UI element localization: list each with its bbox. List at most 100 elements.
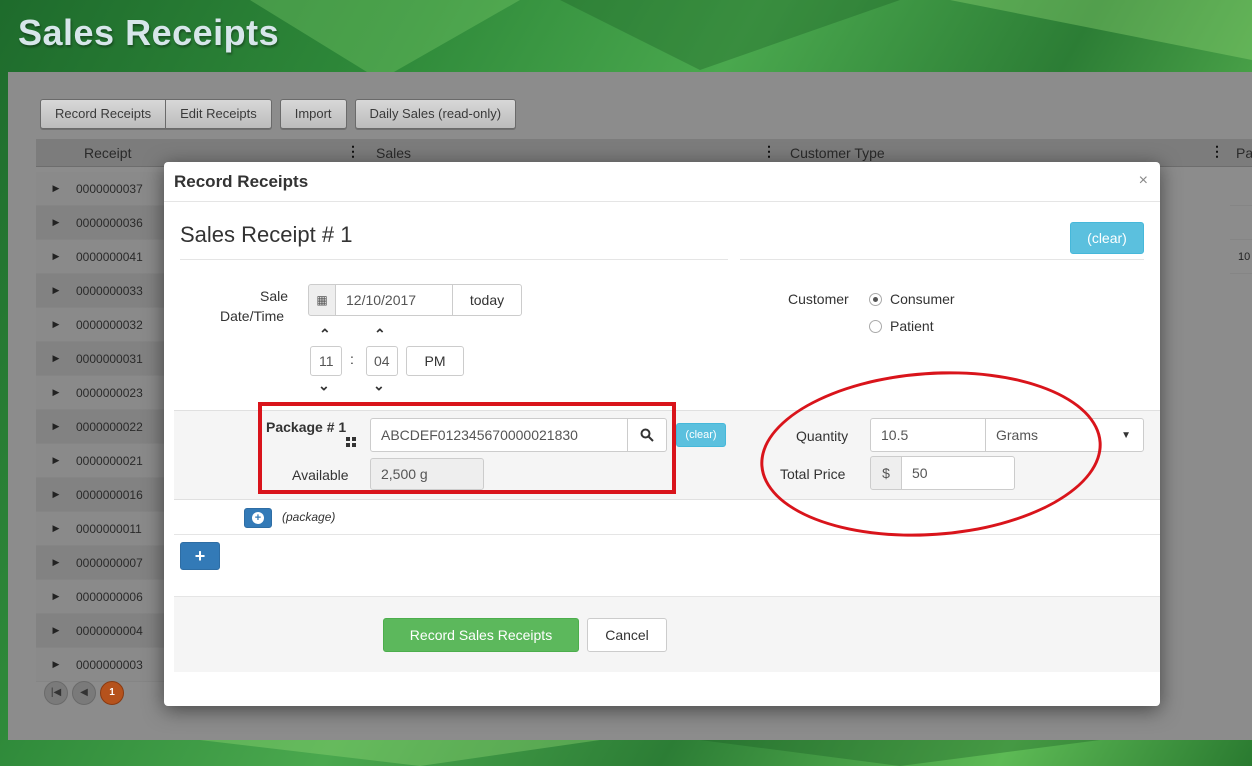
grid-body: ▶ 0000000037 ▶ 0000000036 ▶ 0000000041 ▶ 000… [36,172,166,682]
plus-circle-icon: + [252,512,264,524]
record-sales-receipts-button[interactable]: Record Sales Receipts [383,618,579,652]
first-page-button[interactable]: |◀ [44,681,68,705]
receipt-number: 0000000032 [76,317,143,332]
column-menu-icon[interactable]: ⋮ [1210,143,1224,160]
patient-radio[interactable] [869,320,882,333]
receipt-number: 0000000023 [76,385,143,400]
receipt-number: 0000000022 [76,419,143,434]
table-row[interactable]: ▶ 0000000036 [36,206,166,240]
modal-title: Record Receipts [174,172,309,191]
clear-receipt-button[interactable]: (clear) [1070,222,1144,254]
expand-row-icon[interactable]: ▶ [36,659,76,670]
cancel-button[interactable]: Cancel [587,618,667,652]
minute-up-icon[interactable]: ⌃ [374,326,386,343]
column-menu-icon[interactable]: ⋮ [346,143,360,160]
divider [740,259,1144,260]
add-package-button[interactable]: + [244,508,272,528]
import-button[interactable]: Import [279,99,347,129]
expand-row-icon[interactable]: ▶ [36,319,76,330]
table-row[interactable]: ▶ 0000000037 [36,172,166,206]
divider [174,534,1160,535]
hour-input[interactable]: 11 [310,346,342,376]
expand-row-icon[interactable]: ▶ [36,183,76,194]
column-partial[interactable]: Pa [1236,145,1252,161]
expand-row-icon[interactable]: ▶ [36,251,76,262]
receipt-number: 0000000021 [76,453,143,468]
patient-option-label: Patient [890,318,934,334]
divider [180,259,728,260]
modal-footer [174,596,1160,672]
receipt-number: 0000000036 [76,215,143,230]
table-row[interactable]: ▶ 0000000016 [36,478,166,512]
receipt-number: 0000000007 [76,555,143,570]
toolbar: Record Receipts Edit Receipts Import Dai… [40,99,517,129]
date-time-label: Date/Time [220,308,285,324]
today-button[interactable]: today [452,284,522,316]
modal-header: Record Receipts × [164,162,1160,202]
table-row[interactable]: ▶ 0000000004 [36,614,166,648]
table-row[interactable]: ▶ 0000000011 [36,512,166,546]
column-sales[interactable]: Sales [376,145,411,161]
add-package-label: (package) [282,510,336,524]
expand-row-icon[interactable]: ▶ [36,353,76,364]
table-row[interactable]: ▶ 0000000021 [36,444,166,478]
hour-up-icon[interactable]: ⌃ [319,326,331,343]
hour-down-icon[interactable]: ⌃ [318,376,330,393]
table-row[interactable]: ▶ 0000000033 [36,274,166,308]
expand-row-icon[interactable]: ▶ [36,387,76,398]
annotation-highlight-box [258,402,676,494]
expand-row-icon[interactable]: ▶ [36,591,76,602]
record-receipts-modal: Record Receipts × Sales Receipt # 1 (cle… [164,162,1160,706]
receipt-title: Sales Receipt # 1 [180,222,353,247]
table-row[interactable]: ▶ 0000000007 [36,546,166,580]
prev-page-button[interactable]: ◀ [72,681,96,705]
chevron-down-icon: ▼ [1121,429,1131,441]
record-receipts-button[interactable]: Record Receipts [40,99,167,129]
table-row[interactable]: ▶ 0000000003 [36,648,166,682]
column-menu-icon[interactable]: ⋮ [762,143,776,160]
expand-row-icon[interactable]: ▶ [36,523,76,534]
receipt-number: 0000000016 [76,487,143,502]
receipt-number: 0000000006 [76,589,143,604]
table-row[interactable]: ▶ 0000000006 [36,580,166,614]
daily-sales-button[interactable]: Daily Sales (read-only) [354,99,517,129]
table-row[interactable]: ▶ 0000000022 [36,410,166,444]
table-row[interactable]: ▶ 0000000023 [36,376,166,410]
sale-date-input[interactable]: 12/10/2017 [335,284,453,316]
minute-down-icon[interactable]: ⌃ [373,376,385,393]
consumer-radio[interactable] [869,293,882,306]
minute-input[interactable]: 04 [366,346,398,376]
receipt-number: 0000000041 [76,249,143,264]
meridiem-toggle[interactable]: PM [406,346,464,376]
receipt-number: 0000000037 [76,181,143,196]
column-customer-type[interactable]: Customer Type [790,145,885,161]
pager: |◀ ◀ 1 [44,681,124,705]
partial-cell: 10 [1230,240,1252,274]
receipt-number: 0000000011 [76,521,142,536]
annotation-highlight-ellipse [754,360,1108,548]
receipt-number: 0000000003 [76,657,143,672]
receipt-number: 0000000004 [76,623,143,638]
time-separator: : [350,351,354,367]
expand-row-icon[interactable]: ▶ [36,489,76,500]
expand-row-icon[interactable]: ▶ [36,285,76,296]
clear-package-button[interactable]: (clear) [676,423,726,447]
table-row[interactable]: ▶ 0000000031 [36,342,166,376]
column-receipt[interactable]: Receipt [84,145,131,161]
expand-row-icon[interactable]: ▶ [36,217,76,228]
customer-label: Customer [788,291,849,307]
expand-row-icon[interactable]: ▶ [36,455,76,466]
add-receipt-button[interactable]: + [180,542,220,570]
expand-row-icon[interactable]: ▶ [36,625,76,636]
sale-label: Sale [260,288,289,304]
table-row[interactable]: ▶ 0000000032 [36,308,166,342]
current-page[interactable]: 1 [100,681,124,705]
expand-row-icon[interactable]: ▶ [36,557,76,568]
expand-row-icon[interactable]: ▶ [36,421,76,432]
partial-column: 10 [1230,172,1252,274]
edit-receipts-button[interactable]: Edit Receipts [166,99,272,129]
close-icon[interactable]: × [1139,172,1148,190]
calendar-icon[interactable]: ▦ [308,284,336,316]
table-row[interactable]: ▶ 0000000041 [36,240,166,274]
page-title: Sales Receipts [18,12,280,53]
